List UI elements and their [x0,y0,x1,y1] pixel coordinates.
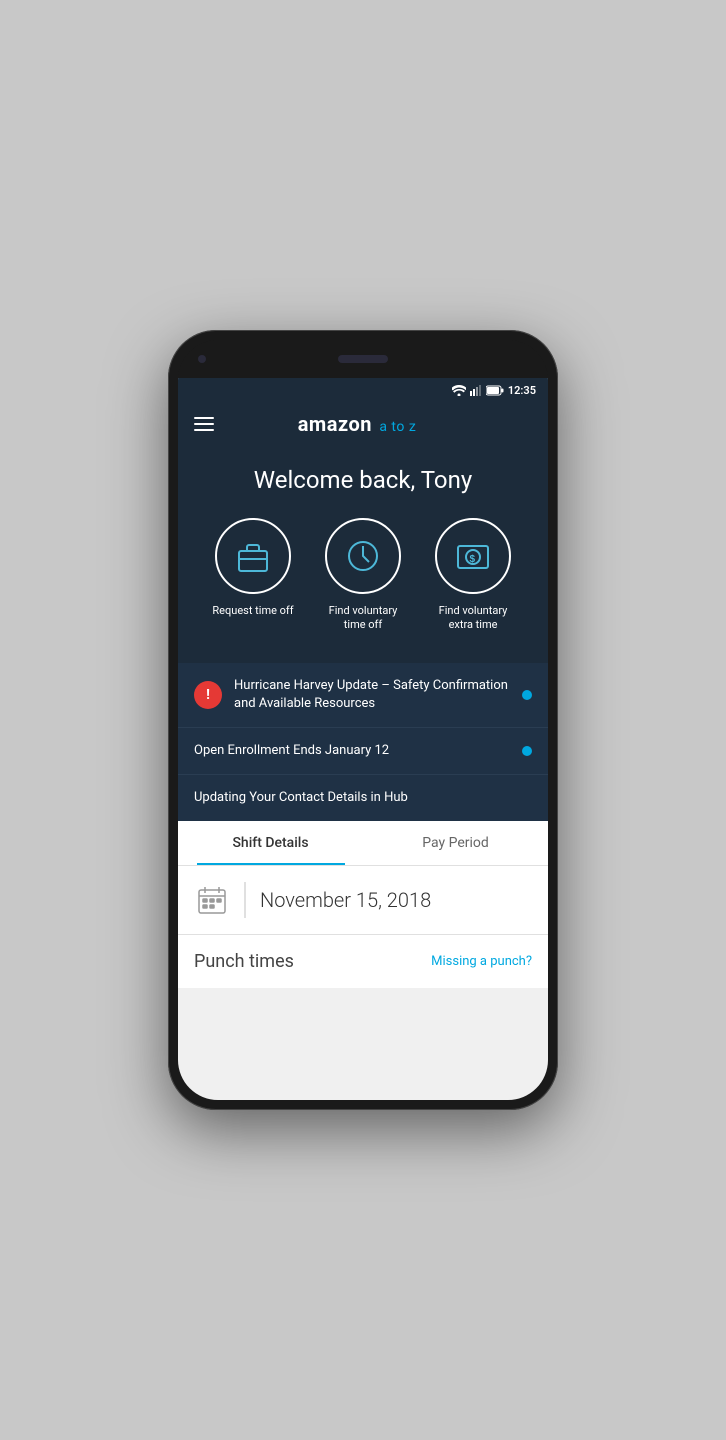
wifi-icon [452,385,466,396]
action-buttons-container: Request time off Find voluntary time off [194,518,532,633]
status-icons: 12:35 [452,384,536,397]
date-divider [244,882,246,918]
missing-punch-link[interactable]: Missing a punch? [431,954,532,969]
dollar-envelope-icon: $ [455,540,491,572]
shift-date: November 15, 2018 [260,888,431,912]
battery-icon [486,385,504,396]
speaker-grille [338,355,388,363]
camera-indicator [198,355,206,363]
notification-contact-details[interactable]: Updating Your Contact Details in Hub [178,775,548,821]
find-vet-label: Find voluntary extra time [428,604,518,633]
phone-screen-container: 12:35 amazon a to z [178,340,548,1100]
bottom-section: Shift Details Pay Period [178,821,548,988]
notification-dot [522,690,532,700]
suitcase-icon [235,539,271,573]
status-bar: 12:35 [178,378,548,402]
logo-amazon: amazon [298,412,372,436]
find-vto-label: Find voluntary time off [318,604,408,633]
find-vto-circle [325,518,401,594]
phone-device: 12:35 amazon a to z [168,330,558,1110]
notification-open-enrollment[interactable]: Open Enrollment Ends January 12 [178,728,548,775]
alert-icon: ! [194,681,222,709]
hamburger-menu[interactable] [194,417,214,431]
find-vto-button[interactable]: Find voluntary time off [318,518,408,633]
find-vet-button[interactable]: $ Find voluntary extra time [428,518,518,633]
date-row: November 15, 2018 [178,866,548,935]
request-time-off-label: Request time off [212,604,293,618]
request-time-off-button[interactable]: Request time off [208,518,298,633]
phone-top-bar [178,340,548,378]
clock-icon [345,538,381,574]
find-vet-circle: $ [435,518,511,594]
app-screen: 12:35 amazon a to z [178,378,548,1100]
punch-times-section: Punch times Missing a punch? [178,935,548,988]
status-time: 12:35 [508,384,536,397]
welcome-message: Welcome back, Tony [194,466,532,494]
signal-icon [470,385,482,396]
notifications-section: ! Hurricane Harvey Update – Safety Confi… [178,663,548,822]
notification-contact-text: Updating Your Contact Details in Hub [194,789,532,807]
notification-hurricane-text: Hurricane Harvey Update – Safety Confirm… [234,677,510,713]
app-header: amazon a to z [178,402,548,446]
tab-shift-details[interactable]: Shift Details [178,821,363,865]
logo-atoz: a to z [379,419,416,435]
hero-section: Welcome back, Tony Request [178,446,548,663]
tab-pay-period[interactable]: Pay Period [363,821,548,865]
notification-enrollment-text: Open Enrollment Ends January 12 [194,742,510,760]
svg-text:$: $ [470,554,476,565]
punch-times-label: Punch times [194,951,294,972]
app-logo: amazon a to z [226,412,488,436]
notification-dot-2 [522,746,532,756]
notification-hurricane-harvey[interactable]: ! Hurricane Harvey Update – Safety Confi… [178,663,548,728]
tabs-container: Shift Details Pay Period [178,821,548,866]
request-time-off-circle [215,518,291,594]
calendar-icon [194,882,230,918]
